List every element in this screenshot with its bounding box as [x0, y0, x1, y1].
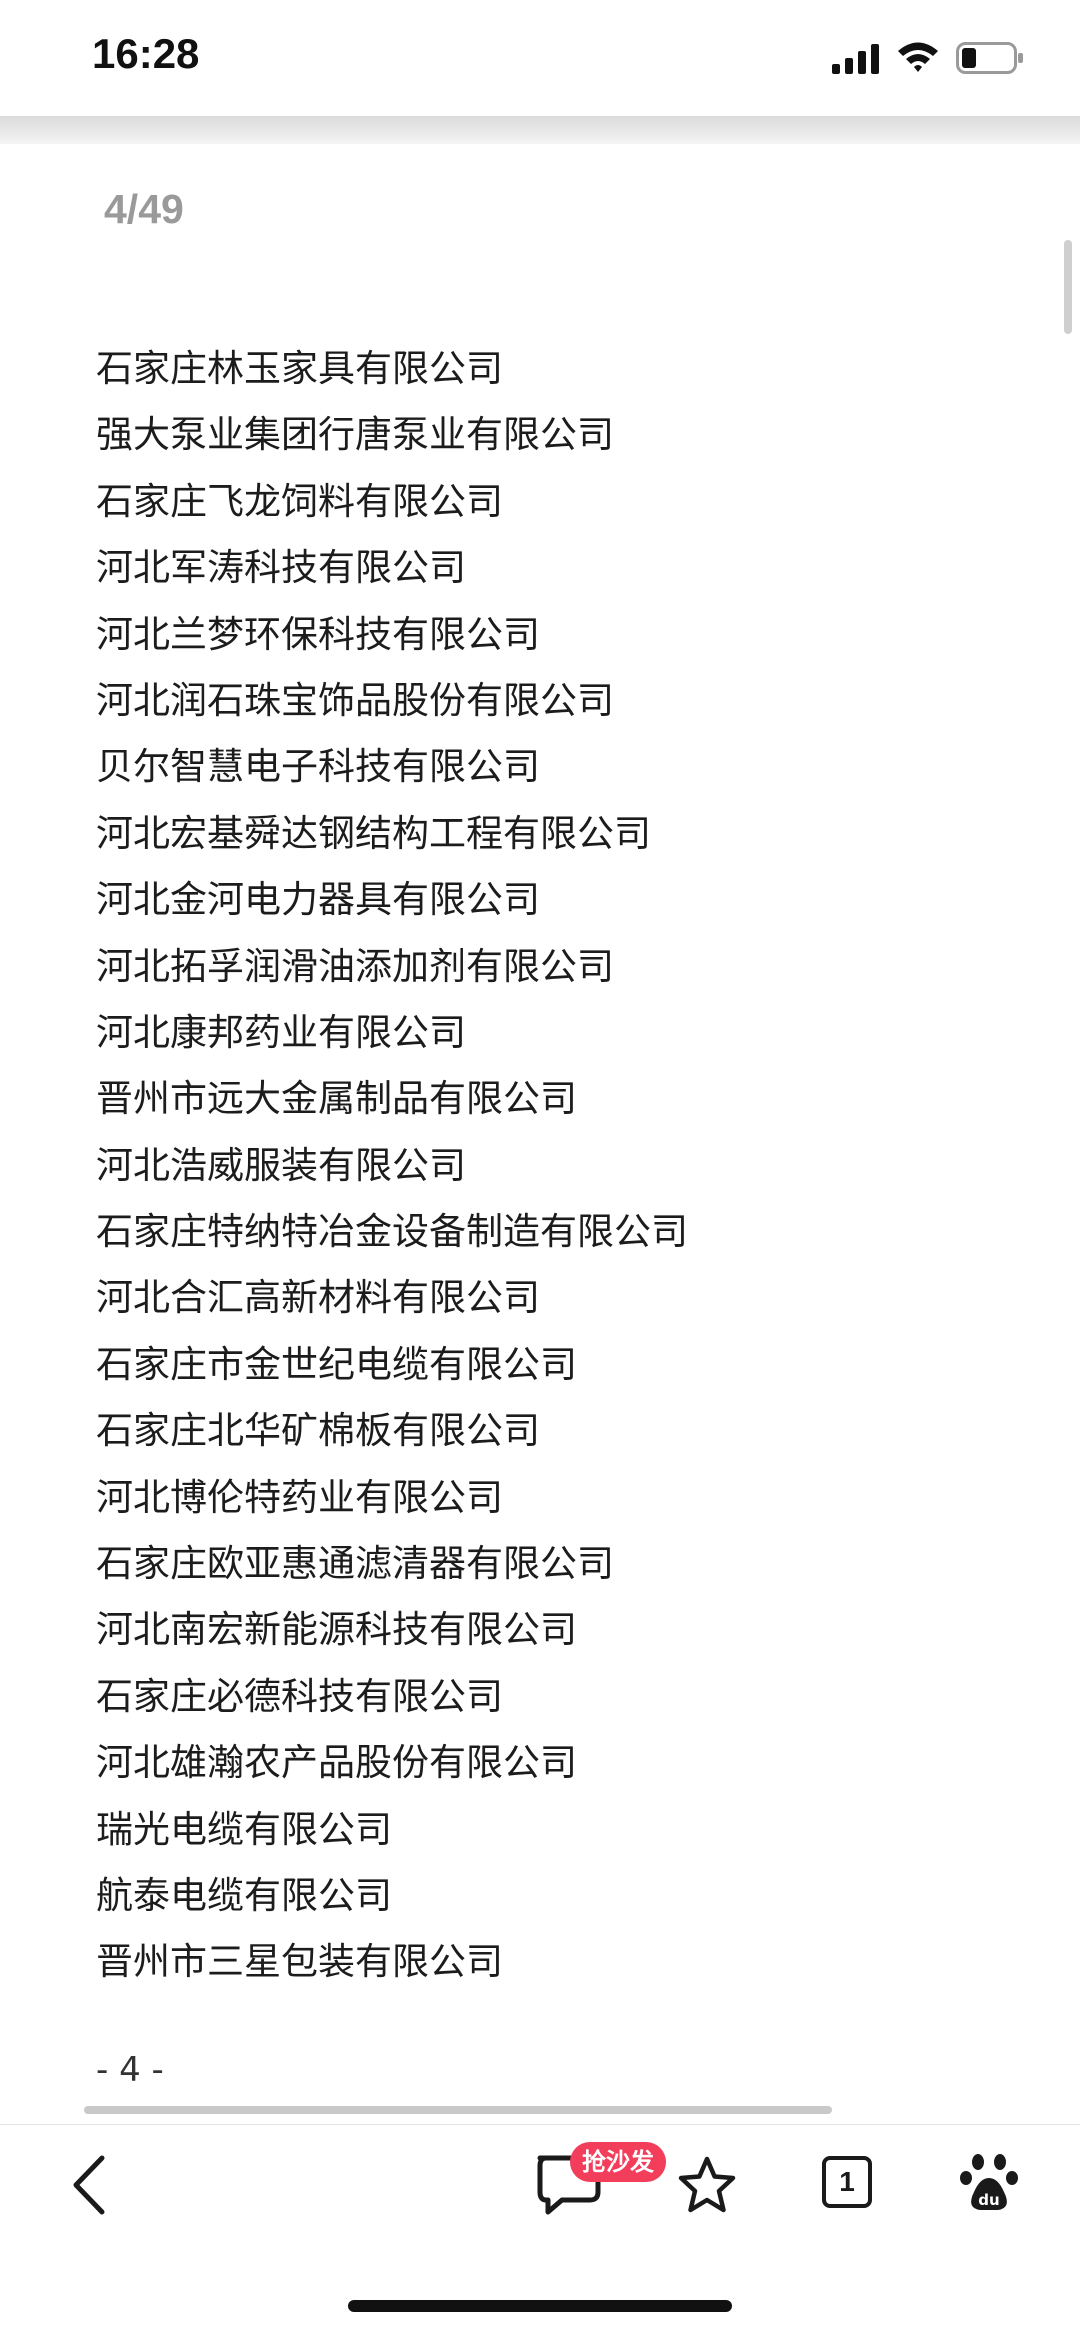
list-item: 河北军涛科技有限公司	[96, 546, 466, 590]
vertical-scrollbar[interactable]	[1064, 240, 1072, 334]
cellular-signal-icon	[832, 44, 879, 74]
battery-icon	[956, 42, 1023, 74]
list-item: 强大泵业集团行唐泵业有限公司	[96, 413, 614, 457]
list-item: 河北金河电力器具有限公司	[96, 878, 540, 922]
page-number: - 4 -	[96, 2050, 164, 2090]
list-item: 石家庄必德科技有限公司	[96, 1674, 503, 1718]
list-item: 河北康邦药业有限公司	[96, 1010, 466, 1054]
list-item: 石家庄特纳特冶金设备制造有限公司	[96, 1210, 688, 1254]
list-item: 河北博伦特药业有限公司	[96, 1475, 503, 1519]
status-bar: 16:28	[0, 0, 1080, 116]
list-item: 河北浩威服装有限公司	[96, 1143, 466, 1187]
home-indicator[interactable]	[348, 2300, 732, 2312]
star-icon[interactable]	[676, 2154, 738, 2216]
list-item: 瑞光电缆有限公司	[96, 1807, 392, 1851]
list-item: 晋州市远大金属制品有限公司	[96, 1077, 577, 1121]
list-item: 河北雄瀚农产品股份有限公司	[96, 1741, 577, 1785]
svg-text:du: du	[978, 2191, 999, 2209]
horizontal-scrollbar[interactable]	[84, 2106, 832, 2114]
list-item: 河北润石珠宝饰品股份有限公司	[96, 678, 614, 722]
page-counter: 4/49	[104, 186, 184, 232]
list-item: 晋州市三星包装有限公司	[96, 1940, 503, 1984]
wifi-icon	[898, 42, 938, 72]
list-item: 河北拓孚润滑油添加剂有限公司	[96, 944, 614, 988]
sofa-badge[interactable]: 抢沙发	[570, 2142, 666, 2182]
list-item: 航泰电缆有限公司	[96, 1873, 392, 1917]
toolbar-shadow	[0, 116, 1080, 144]
list-item: 石家庄欧亚惠通滤清器有限公司	[96, 1542, 614, 1586]
tabs-button[interactable]: 1	[822, 2156, 872, 2208]
list-item: 河北合汇高新材料有限公司	[96, 1276, 540, 1320]
company-list: 石家庄林玉家具有限公司 强大泵业集团行唐泵业有限公司 石家庄飞龙饲料有限公司 河…	[96, 336, 996, 1996]
baidu-paw-icon[interactable]: du	[958, 2150, 1020, 2216]
list-item: 河北南宏新能源科技有限公司	[96, 1608, 577, 1652]
list-item: 贝尔智慧电子科技有限公司	[96, 745, 540, 789]
list-item: 石家庄北华矿棉板有限公司	[96, 1409, 540, 1453]
list-item: 石家庄林玉家具有限公司	[96, 347, 503, 390]
list-item: 河北兰梦环保科技有限公司	[96, 612, 540, 656]
back-icon[interactable]	[62, 2152, 118, 2218]
list-item: 河北宏基舜达钢结构工程有限公司	[96, 811, 651, 855]
list-item: 石家庄飞龙饲料有限公司	[96, 479, 503, 523]
status-time: 16:28	[92, 30, 200, 77]
list-item: 石家庄市金世纪电缆有限公司	[96, 1342, 577, 1386]
